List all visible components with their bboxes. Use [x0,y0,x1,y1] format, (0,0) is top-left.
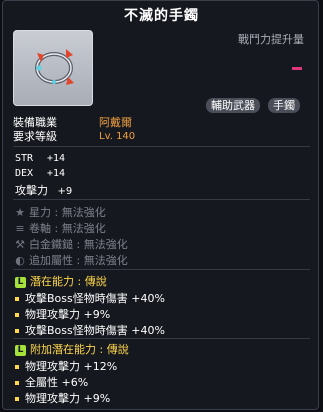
bullet-icon [15,313,19,317]
additional-potential-line-text: 物理攻擊力 +12% [25,360,118,373]
additional-potential-line-text: 全屬性 +6% [25,376,89,389]
stat-value: +9 [57,186,73,197]
bullet-icon [15,381,19,385]
potential-line: 物理攻擊力 +9% [15,306,110,322]
level-row: 要求等級 [13,128,57,144]
job-value: 阿戴爾 [99,116,132,129]
additional-potential-heading: L 附加潛在能力 : 傳說 [15,341,129,357]
stat-attack: 攻擊力 +9 [15,182,72,198]
potential-line: 攻擊Boss怪物時傷害 +40% [15,290,165,306]
bullet-icon [15,297,19,301]
level-label: 要求等級 [13,130,57,143]
stat-label: 攻擊力 [15,184,48,197]
enhance-text: 追加屬性 : 無法強化 [29,254,128,267]
additional-potential-line: 物理攻擊力 +9% [15,390,110,406]
divider [13,199,310,200]
potential-line-text: 攻擊Boss怪物時傷害 +40% [25,292,165,305]
additional-potential-line: 全屬性 +6% [15,374,88,390]
bullet-icon [15,329,19,333]
divider [13,146,310,147]
bullet-icon [15,365,19,369]
stat-value: +14 [47,153,66,164]
enhance-text: 星力 : 無法強化 [29,206,106,219]
bullet-icon [15,397,19,401]
stat-label: STR [15,153,34,164]
combat-power-label: 戰鬥力提升量 [238,33,304,46]
hammer-icon: ⚒ [15,238,25,251]
star-icon: ★ [15,206,25,219]
divider [13,338,310,339]
bracelet-icon [35,49,74,85]
flame-icon: ◐ [15,254,25,267]
level-value: Lv. 140 [99,131,136,142]
enhance-starforce: ★ 星力 : 無法強化 [15,204,106,220]
enhance-scroll: ≡ 卷軸 : 無法強化 [15,220,106,236]
potential-line: 攻擊Boss怪物時傷害 +40% [15,322,165,338]
item-name: 不滅的手鐲 [124,8,199,24]
stat-label: DEX [15,168,34,179]
potential-line-text: 攻擊Boss怪物時傷害 +40% [25,324,165,337]
enhance-text: 卷軸 : 無法強化 [29,222,106,235]
stat-str: STR +14 [15,153,65,164]
scroll-icon: ≡ [15,222,25,235]
enhance-hammer: ⚒ 白金鐵鎚 : 無法強化 [15,236,128,252]
additional-potential-line: 物理攻擊力 +12% [15,358,117,374]
enhance-text: 白金鐵鎚 : 無法強化 [29,238,128,251]
tag-bracelet: 手鐲 [268,98,300,113]
stat-dex: DEX +14 [15,168,65,179]
divider [13,269,310,270]
potential-heading-text: 潛在能力 : 傳說 [30,275,107,288]
item-tooltip: 不滅的手鐲 戰鬥力提升量 輔助武器 手鐲 裝備職業 阿戴爾 要求等級 Lv. 1… [2,0,319,410]
potential-heading: L 潛在能力 : 傳說 [15,273,107,289]
item-image [13,30,93,106]
additional-potential-line-text: 物理攻擊力 +9% [25,392,111,405]
legendary-badge-icon: L [15,344,26,356]
additional-potential-heading-text: 附加潛在能力 : 傳說 [30,343,129,356]
stat-value: +14 [47,168,66,179]
legendary-badge-icon: L [15,276,26,288]
enhance-flame: ◐ 追加屬性 : 無法強化 [15,252,128,268]
combat-power-indicator [292,67,302,70]
tag-secondary-weapon: 輔助武器 [206,98,260,113]
potential-line-text: 物理攻擊力 +9% [25,308,111,321]
